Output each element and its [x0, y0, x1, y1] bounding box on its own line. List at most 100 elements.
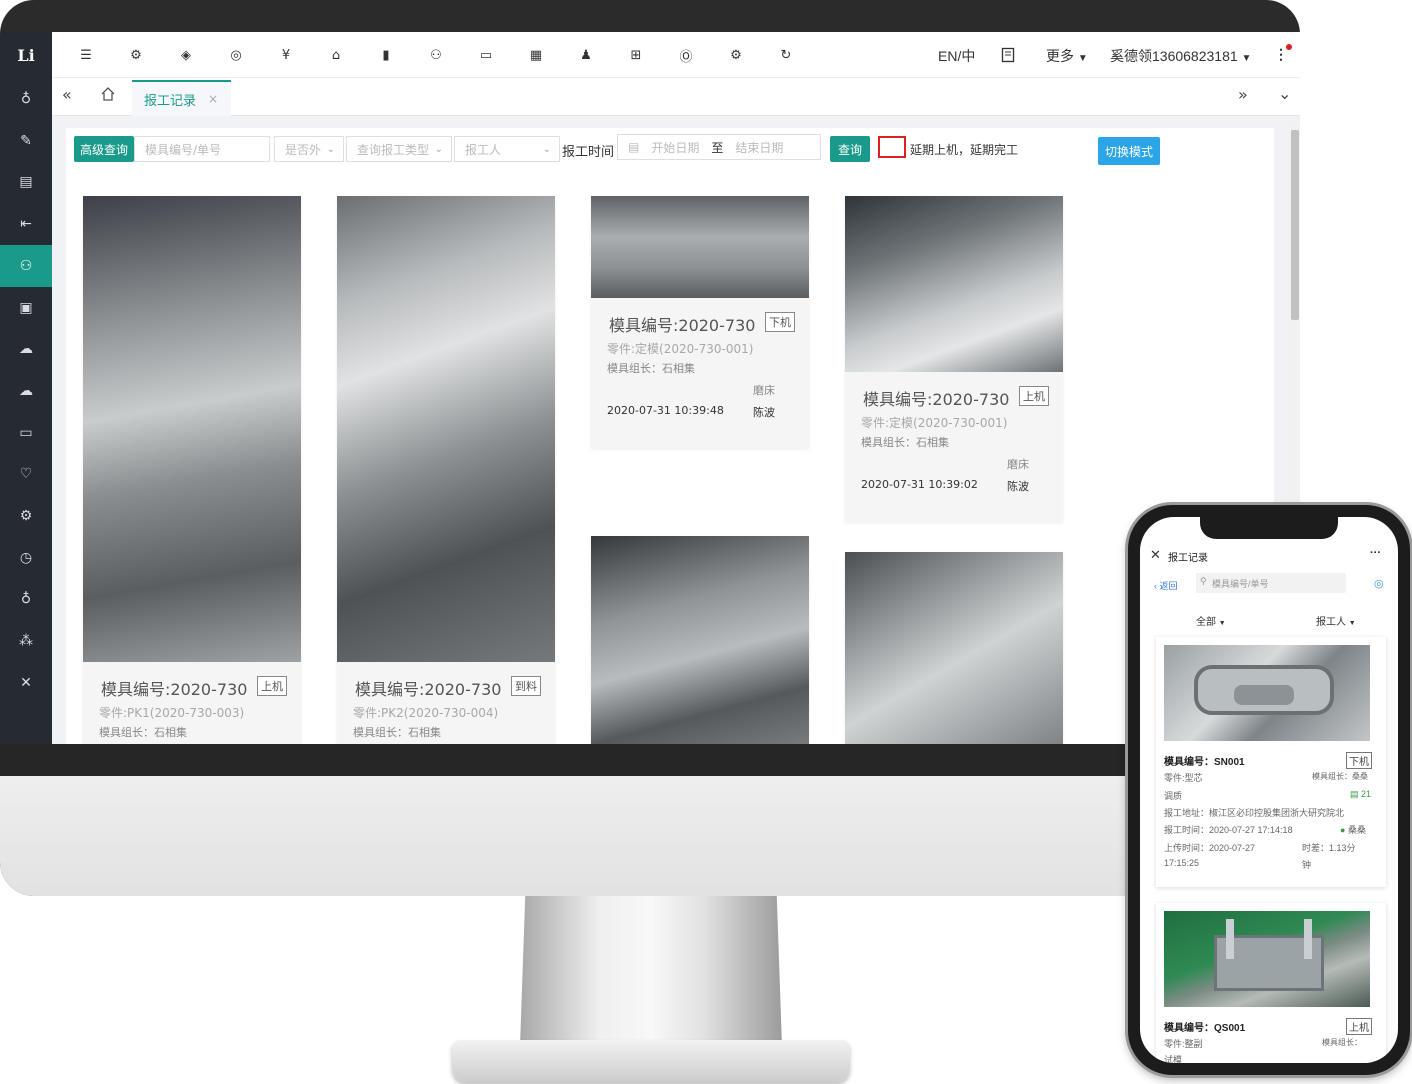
report-card[interactable]: 模具编号:2020-730 下机 零件:定模(2020-730-001) 模具组长：石…	[591, 196, 809, 448]
menu-icon[interactable]: ☰	[76, 45, 96, 65]
status-badge: 上机	[257, 676, 287, 696]
bar-chart-icon[interactable]: ▮	[376, 45, 396, 65]
back-link[interactable]: ‹ 返回	[1154, 579, 1178, 592]
double-chevron-right-icon[interactable]: »	[1238, 85, 1248, 104]
more-menu[interactable]: 更多 ▼	[1046, 46, 1088, 66]
double-chevron-left-icon[interactable]: «	[62, 85, 72, 104]
report-card[interactable]: 模具编号:2020-730 到料 零件:PK2(2020-730-004) 模具组长：…	[337, 196, 555, 744]
phone-filter-all[interactable]: 全部 ▼	[1196, 613, 1226, 628]
layers-icon[interactable]: ◈	[176, 45, 196, 65]
user-menu[interactable]: 奚德领13606823181 ▼	[1110, 46, 1251, 66]
chevron-down-icon[interactable]: ⌄	[1278, 84, 1291, 103]
part-number: 零件:定模(2020-730-001)	[861, 416, 1008, 430]
reporter-placeholder: 报工人	[465, 142, 502, 157]
delay-checkbox[interactable]	[878, 136, 906, 158]
calendar-doc-icon[interactable]: ▦	[526, 45, 546, 65]
reporter-select[interactable]: 报工人 ⌄	[454, 136, 560, 162]
machining-photo	[845, 196, 1063, 372]
monitor-chin	[0, 776, 1300, 896]
building-icon[interactable]: ⌂	[326, 45, 346, 65]
monitor-icon[interactable]: ▭	[476, 45, 496, 65]
coin-icon[interactable]: ◎	[226, 45, 246, 65]
report-card[interactable]: 模具编号:2020-730 上机 零件:PK1(2020-730-003) 模具组长：…	[83, 196, 301, 744]
desktop-screen: Li ♁ ✎ ▤ ⇤ ⚇ ▣ ☁ ☁ ▭ ♡ ⚙ ◷ ♁ ⁂ ✕ ☰ ⚙ ◈ ◎ ¥ ⌂ ▮ ⚇ ▭ ▦ ♟ ⊞ Ⓞ ⚙ ↻ EN/中 …	[0, 32, 1300, 744]
report-card[interactable]: 模具编号:2020-730 上机 零件:定模(2020-730-001) 模具组长：石…	[845, 196, 1063, 522]
team-leader: 模具组长：石相集	[861, 436, 949, 449]
card-info: 模具编号:2020-730 上机 零件:定模(2020-730-001) 模具组长：石…	[845, 372, 1063, 522]
scan-icon[interactable]: ◎	[1374, 577, 1384, 590]
sidebar-item-4[interactable]: ⇤	[0, 203, 52, 245]
sidebar-item-3[interactable]: ▤	[0, 161, 52, 203]
people-icon[interactable]: ♟	[576, 45, 596, 65]
gear-icon[interactable]: ⚙	[726, 45, 746, 65]
app-logo[interactable]: Li	[0, 32, 52, 78]
report-card[interactable]	[845, 552, 1063, 744]
sidebar-item-2[interactable]: ✎	[0, 120, 52, 162]
user-icon: ⚇	[19, 257, 33, 274]
phone-mold-number: 模具编号：SN001	[1164, 757, 1245, 768]
phone-record-card[interactable]: 模具编号：QS001 上机 零件:整副 模具组长： 试模	[1156, 903, 1386, 1063]
phone-more-icon[interactable]: ···	[1370, 547, 1381, 559]
tab-bar: « 报工记录 × » ⌄	[52, 78, 1300, 116]
language-switch[interactable]: EN/中	[938, 46, 975, 66]
top-toolbar: ☰ ⚙ ◈ ◎ ¥ ⌂ ▮ ⚇ ▭ ▦ ♟ ⊞ Ⓞ ⚙ ↻ EN/中 更多 ▼ 奚德领13606823181…	[52, 32, 1300, 78]
person-icon: ●	[1340, 825, 1346, 835]
report-time: 2020-07-31 10:39:02	[861, 478, 978, 491]
caret-down-icon: ▼	[1218, 620, 1226, 627]
oa-icon[interactable]: Ⓞ	[676, 45, 696, 65]
sidebar-item-7[interactable]: ☁	[0, 328, 52, 370]
advanced-query-button[interactable]: 高级查询	[74, 136, 134, 162]
sidebar-item-1[interactable]: ♁	[0, 78, 52, 120]
document-icon[interactable]	[998, 45, 1018, 65]
cloud-outline-icon: ☁	[19, 382, 33, 399]
money-bag-icon: ♁	[20, 591, 32, 608]
settings-gears-icon[interactable]: ⚙	[126, 45, 146, 65]
person-edit-icon[interactable]: ⚇	[426, 45, 446, 65]
yes-no-select[interactable]: 是否外 ⌄	[274, 136, 344, 162]
monitor-frame: Li ♁ ✎ ▤ ⇤ ⚇ ▣ ☁ ☁ ▭ ♡ ⚙ ◷ ♁ ⁂ ✕ ☰ ⚙ ◈ ◎ ¥ ⌂ ▮ ⚇ ▭ ▦ ♟ ⊞ Ⓞ ⚙ ↻ EN/中 …	[0, 0, 1300, 896]
tab-report-records[interactable]: 报工记录 ×	[132, 80, 231, 116]
mold-number: 模具编号:2020-730	[609, 316, 756, 335]
sidebar-item-12[interactable]: ◷	[0, 537, 52, 579]
query-button[interactable]: 查询	[830, 136, 870, 162]
sidebar-item-6[interactable]: ▣	[0, 287, 52, 329]
sidebar-item-9[interactable]: ▭	[0, 412, 52, 454]
yen-doc-icon[interactable]: ¥	[276, 45, 296, 65]
tools-icon: ✕	[20, 674, 32, 691]
end-date: 结束日期	[735, 140, 784, 155]
back-label: 返回	[1159, 581, 1178, 591]
close-icon[interactable]: ×	[208, 92, 218, 106]
sidebar-item-13[interactable]: ♁	[0, 578, 52, 620]
phone-upload-time: 上传时间：2020-07-27	[1164, 843, 1256, 853]
report-type-placeholder: 查询报工类型	[357, 142, 430, 157]
date-range-picker[interactable]: ▤ 开始日期 至 结束日期	[617, 134, 821, 160]
report-type-select[interactable]: 查询报工类型 ⌄	[346, 136, 452, 162]
home-icon[interactable]	[100, 86, 116, 106]
phone-process: 调质	[1164, 791, 1183, 801]
scrollbar-thumb[interactable]	[1291, 130, 1299, 320]
mold-search-input[interactable]: 模具编号/单号	[134, 136, 270, 162]
monitor-bezel	[0, 744, 1300, 776]
phone-part: 零件:整副	[1164, 1039, 1203, 1049]
sidebar-item-5[interactable]: ⚇	[0, 244, 52, 287]
phone-filter-reporter[interactable]: 报工人 ▼	[1316, 613, 1356, 628]
to-label: 至	[711, 140, 724, 155]
phone-process: 试模	[1164, 1055, 1183, 1063]
handshake-icon: ♡	[19, 466, 33, 483]
sidebar-item-14[interactable]: ⁂	[0, 620, 52, 662]
search-icon: ⚲	[1200, 576, 1207, 586]
phone-address: 报工地址：椒江区必印控股集团浙大研究院北	[1164, 808, 1345, 818]
report-card[interactable]	[591, 536, 809, 744]
phone-record-card[interactable]: 模具编号：SN001 下机 零件:型芯 模具组长：桑桑 调质 ▤ 21 报工地址…	[1156, 637, 1386, 887]
close-icon[interactable]: ✕	[1150, 547, 1161, 563]
main-content: 高级查询 模具编号/单号 是否外 ⌄ 查询报工类型 ⌄ 报工人 ⌄ 报工时间 ▤ 开始…	[66, 128, 1274, 744]
phone-leader: 模具组长：	[1322, 1038, 1362, 1047]
switch-mode-button[interactable]: 切换模式	[1098, 137, 1160, 165]
sidebar-item-11[interactable]: ⚙	[0, 495, 52, 537]
org-chart-icon[interactable]: ⊞	[626, 45, 646, 65]
sidebar-item-8[interactable]: ☁	[0, 370, 52, 412]
phone-search-input[interactable]: ⚲ 模具编号/单号	[1196, 573, 1346, 593]
refresh-icon[interactable]: ↻	[776, 45, 796, 65]
sidebar-item-10[interactable]: ♡	[0, 453, 52, 495]
sidebar-item-15[interactable]: ✕	[0, 662, 52, 704]
